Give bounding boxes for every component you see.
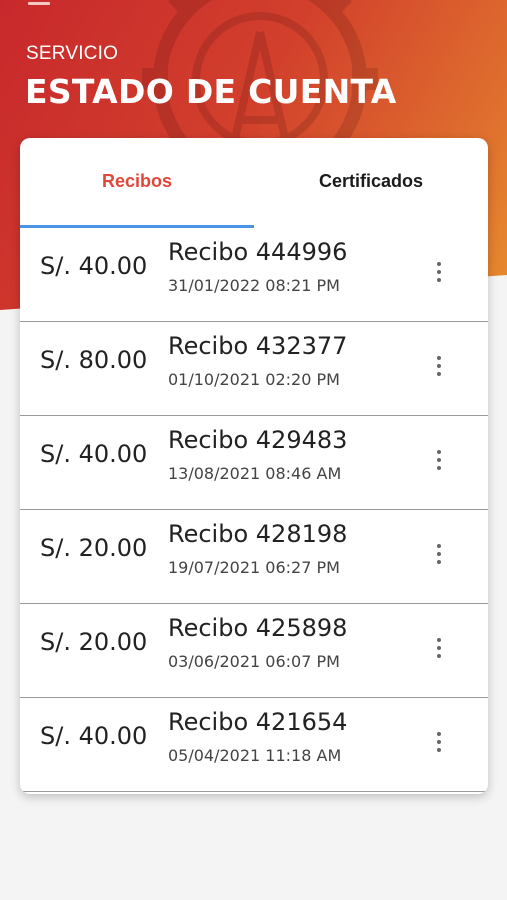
- more-vert-icon[interactable]: [428, 540, 450, 568]
- receipt-list: S/. 40.00 Recibo 444996 31/01/2022 08:21…: [20, 228, 488, 792]
- receipt-amount: S/. 40.00: [40, 440, 148, 468]
- receipt-date: 13/08/2021 08:46 AM: [168, 464, 342, 483]
- more-vert-icon[interactable]: [428, 446, 450, 474]
- receipts-card: Recibos Certificados S/. 40.00 Recibo 44…: [20, 138, 488, 794]
- receipt-date: 01/10/2021 02:20 PM: [168, 370, 340, 389]
- receipt-amount: S/. 40.00: [40, 722, 148, 750]
- receipt-title: Recibo 425898: [168, 614, 348, 642]
- page-title: ESTADO DE CUENTA: [25, 72, 397, 111]
- receipt-row[interactable]: S/. 20.00 Recibo 428198 19/07/2021 06:27…: [20, 510, 488, 604]
- more-vert-icon[interactable]: [428, 352, 450, 380]
- receipt-date: 05/04/2021 11:18 AM: [168, 746, 342, 765]
- receipt-title: Recibo 428198: [168, 520, 348, 548]
- receipt-row[interactable]: S/. 40.00 Recibo 421654 05/04/2021 11:18…: [20, 698, 488, 792]
- receipt-amount: S/. 20.00: [40, 534, 148, 562]
- receipt-date: 31/01/2022 08:21 PM: [168, 276, 340, 295]
- receipt-row[interactable]: S/. 20.00 Recibo 425898 03/06/2021 06:07…: [20, 604, 488, 698]
- tab-bar: Recibos Certificados: [20, 138, 488, 228]
- receipt-date: 19/07/2021 06:27 PM: [168, 558, 340, 577]
- receipt-title: Recibo 444996: [168, 238, 348, 266]
- receipt-row[interactable]: S/. 40.00 Recibo 444996 31/01/2022 08:21…: [20, 228, 488, 322]
- hamburger-menu-icon[interactable]: [28, 0, 50, 5]
- receipt-row[interactable]: S/. 40.00 Recibo 429483 13/08/2021 08:46…: [20, 416, 488, 510]
- receipt-row[interactable]: S/. 80.00 Recibo 432377 01/10/2021 02:20…: [20, 322, 488, 416]
- more-vert-icon[interactable]: [428, 258, 450, 286]
- more-vert-icon[interactable]: [428, 728, 450, 756]
- receipt-title: Recibo 429483: [168, 426, 348, 454]
- receipt-title: Recibo 421654: [168, 708, 348, 736]
- receipt-amount: S/. 80.00: [40, 346, 148, 374]
- tab-recibos[interactable]: Recibos: [20, 138, 254, 228]
- more-vert-icon[interactable]: [428, 634, 450, 662]
- receipt-amount: S/. 20.00: [40, 628, 148, 656]
- tab-certificados[interactable]: Certificados: [254, 138, 488, 228]
- receipt-date: 03/06/2021 06:07 PM: [168, 652, 340, 671]
- receipt-amount: S/. 40.00: [40, 252, 148, 280]
- section-kicker: SERVICIO: [26, 43, 119, 64]
- receipt-title: Recibo 432377: [168, 332, 348, 360]
